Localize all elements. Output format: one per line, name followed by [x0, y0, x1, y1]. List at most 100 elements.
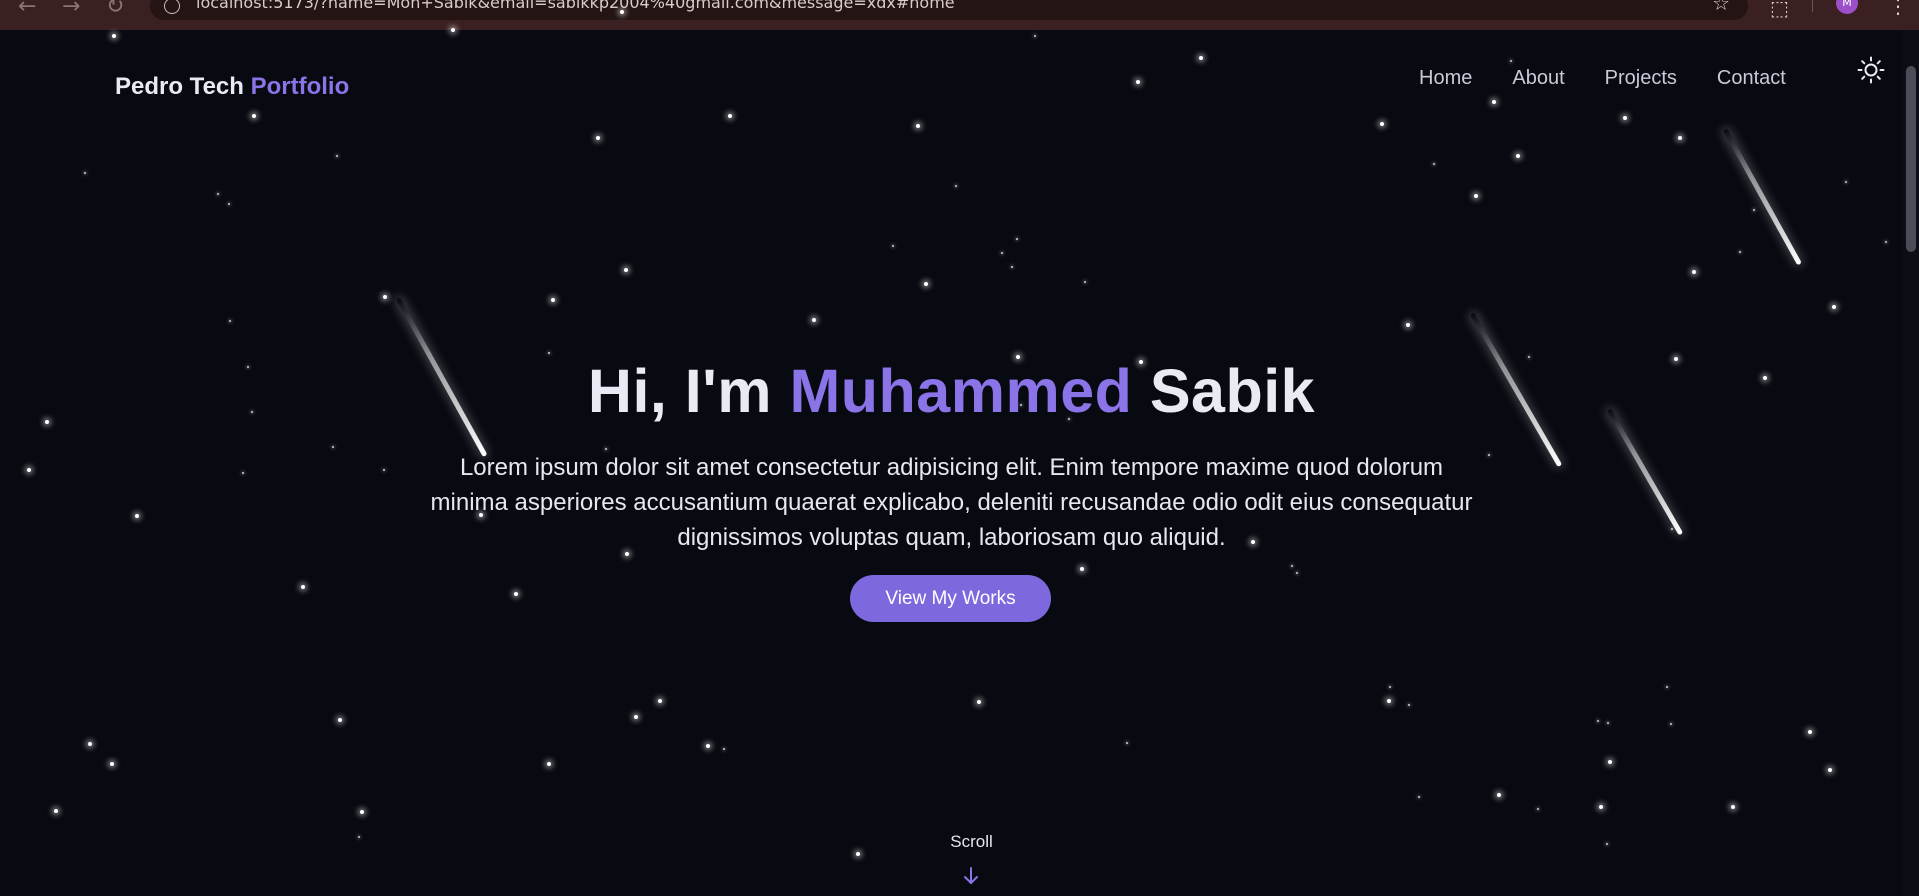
star: [1497, 793, 1501, 797]
star: [1488, 454, 1490, 456]
page-scrollbar[interactable]: [1903, 30, 1919, 896]
star: [110, 762, 114, 766]
forward-icon[interactable]: →: [62, 0, 80, 19]
nav-contact-link[interactable]: Contact: [1717, 67, 1786, 90]
star: [1678, 136, 1682, 140]
hero-greeting: Hi, I'm: [587, 357, 772, 425]
nav-home-link[interactable]: Home: [1419, 67, 1472, 90]
star: [596, 136, 600, 140]
star: [548, 352, 550, 354]
nav-projects-link[interactable]: Projects: [1605, 67, 1677, 90]
sun-icon: [1857, 56, 1885, 84]
star: [955, 185, 957, 187]
star: [1296, 572, 1298, 574]
star: [1671, 528, 1673, 530]
star: [977, 700, 981, 704]
browser-toolbar: ← → ↻ localhost:5173/?name=Moh+Sabik&ema…: [0, 0, 1919, 30]
star: [514, 592, 518, 596]
star: [1885, 241, 1887, 243]
star: [54, 809, 58, 813]
star: [1739, 251, 1741, 253]
star: [1753, 209, 1755, 211]
star: [1034, 35, 1036, 37]
star: [1537, 808, 1539, 810]
bookmark-star-icon[interactable]: ☆: [1712, 0, 1730, 15]
star: [1408, 704, 1410, 706]
star: [1084, 281, 1086, 283]
address-bar[interactable]: localhost:5173/?name=Moh+Sabik&email=sab…: [150, 0, 1748, 20]
star: [1291, 565, 1293, 567]
star: [1001, 252, 1003, 254]
star: [1418, 796, 1420, 798]
star: [1406, 323, 1410, 327]
star: [383, 469, 385, 471]
url-text[interactable]: localhost:5173/?name=Moh+Sabik&email=sab…: [196, 0, 955, 12]
back-icon[interactable]: ←: [18, 0, 36, 19]
star: [1608, 760, 1612, 764]
star: [1492, 100, 1496, 104]
star: [1692, 270, 1696, 274]
star: [1731, 805, 1735, 809]
star: [812, 318, 816, 322]
scroll-label: Scroll: [950, 832, 993, 851]
logo-text: Pedro Tech: [115, 73, 244, 100]
star: [27, 468, 31, 472]
hero-description: Lorem ipsum dolor sit amet consectetur a…: [430, 454, 1473, 551]
site-info-icon[interactable]: [164, 0, 180, 14]
star: [634, 715, 638, 719]
scrollbar-thumb[interactable]: [1906, 66, 1916, 252]
site-logo[interactable]: Pedro Tech Portfolio: [115, 73, 349, 101]
star: [706, 744, 710, 748]
star: [1845, 181, 1847, 183]
arrow-down-icon[interactable]: [961, 866, 981, 886]
star: [228, 203, 230, 205]
star: [242, 472, 244, 474]
star: [1607, 722, 1609, 724]
star: [728, 114, 732, 118]
star: [551, 298, 555, 302]
star: [338, 718, 342, 722]
star: [1433, 163, 1435, 165]
star: [112, 34, 116, 38]
star: [1380, 122, 1384, 126]
star: [383, 295, 387, 299]
star: [1516, 154, 1520, 158]
star: [924, 282, 928, 286]
star: [916, 124, 920, 128]
browser-menu-icon[interactable]: ⋮: [1888, 0, 1908, 18]
extensions-icon[interactable]: ⬚: [1770, 0, 1789, 20]
star: [332, 446, 334, 448]
star: [1199, 56, 1203, 60]
star: [1666, 686, 1668, 688]
star: [892, 245, 894, 247]
star: [451, 28, 455, 32]
star: [252, 114, 256, 118]
star: [1016, 238, 1018, 240]
star: [547, 762, 551, 766]
star: [1387, 699, 1391, 703]
nav-about-link[interactable]: About: [1512, 67, 1564, 90]
toolbar-divider: [1812, 0, 1813, 12]
star: [1474, 194, 1478, 198]
star: [88, 742, 92, 746]
star: [1389, 686, 1391, 688]
profile-avatar[interactable]: M: [1836, 0, 1858, 14]
star: [856, 852, 860, 856]
hero-title: Hi, I'm Muhammed Sabik: [0, 356, 1903, 426]
star: [1623, 116, 1627, 120]
star: [229, 320, 231, 322]
star: [658, 699, 662, 703]
star: [135, 514, 139, 518]
view-my-works-button[interactable]: View My Works: [850, 575, 1051, 622]
hero-name-accent: Muhammed: [789, 357, 1133, 425]
star: [1011, 266, 1013, 268]
star: [1832, 305, 1836, 309]
star: [624, 268, 628, 272]
theme-toggle-button[interactable]: [1857, 56, 1885, 84]
reload-icon[interactable]: ↻: [106, 0, 124, 19]
star: [620, 10, 624, 14]
hero-name-rest: Sabik: [1149, 357, 1316, 425]
star: [84, 172, 86, 174]
logo-accent-text: Portfolio: [250, 73, 350, 100]
star: [1808, 730, 1812, 734]
